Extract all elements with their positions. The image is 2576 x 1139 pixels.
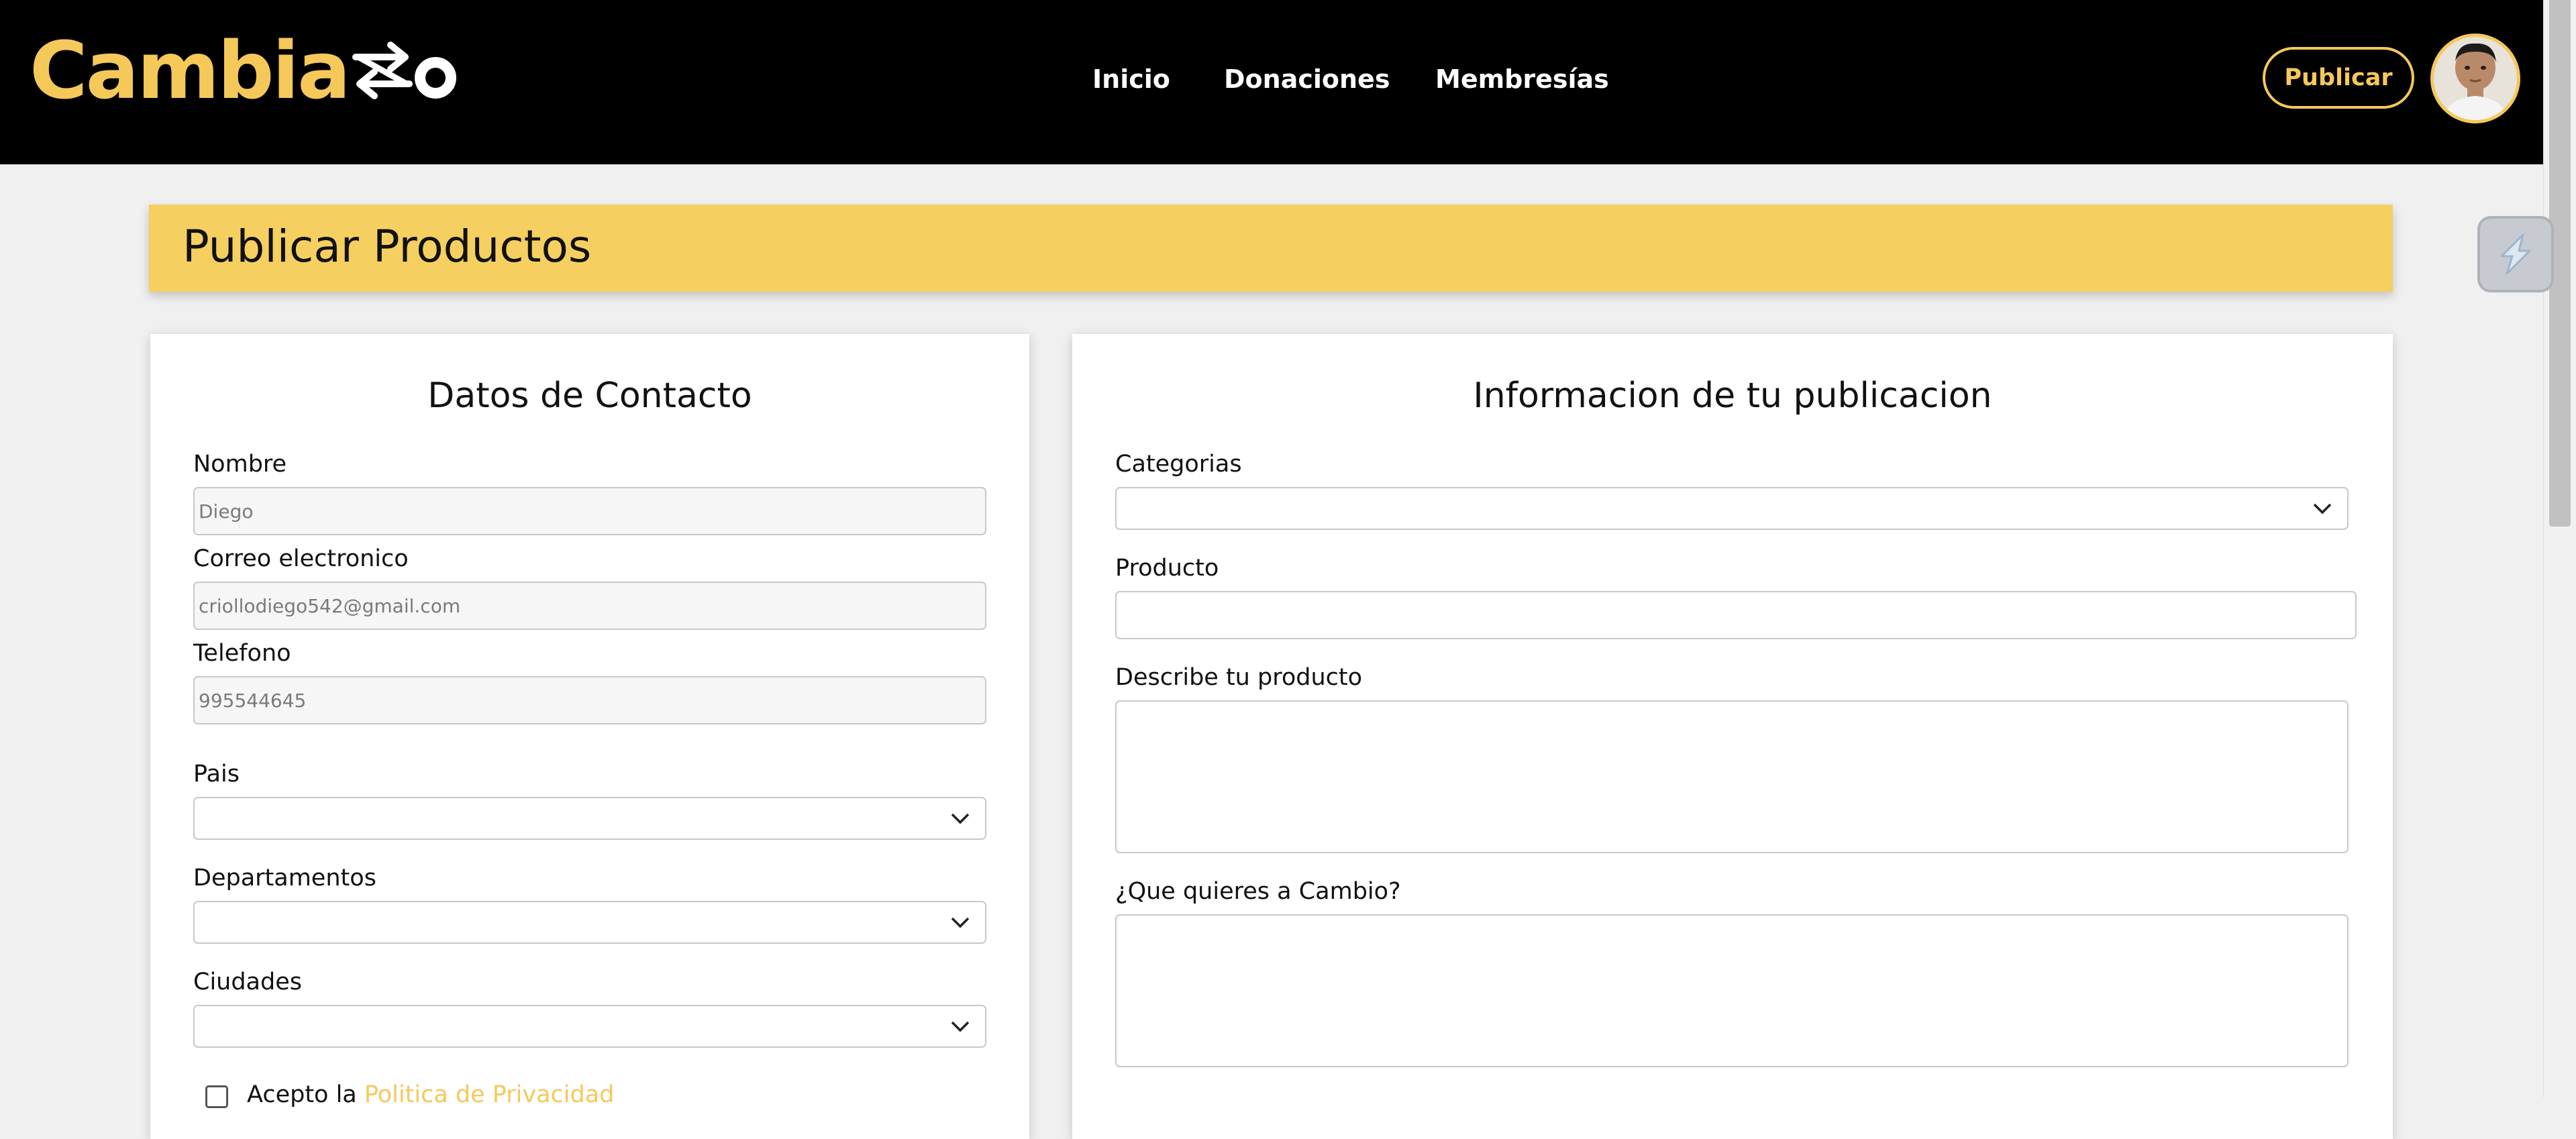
publish-button[interactable]: Publicar — [2263, 47, 2414, 109]
name-field[interactable]: Diego — [193, 487, 986, 535]
swap-arrows-icon — [352, 42, 413, 99]
city-select[interactable] — [193, 1005, 986, 1048]
avatar-photo-icon — [2434, 37, 2517, 120]
exchange-textarea[interactable] — [1115, 914, 2349, 1067]
product-label: Producto — [1115, 555, 1219, 582]
nav-inicio[interactable]: Inicio — [1092, 64, 1170, 94]
page-scrollbar[interactable] — [2543, 0, 2576, 1097]
chevron-down-icon — [951, 1021, 970, 1032]
chevron-down-icon — [951, 813, 970, 824]
country-select[interactable] — [193, 797, 986, 840]
city-label: Ciudades — [193, 969, 302, 995]
name-value: Diego — [199, 500, 254, 523]
categories-select[interactable] — [1115, 487, 2349, 530]
brand-logo[interactable]: Cambia — [30, 27, 456, 114]
describe-label: Describe tu producto — [1115, 664, 1363, 691]
country-label: Pais — [193, 761, 240, 788]
chevron-down-icon — [2313, 503, 2332, 514]
privacy-label: Acepto la Politica de Privacidad — [247, 1081, 614, 1108]
contact-card-title: Datos de Contacto — [427, 376, 752, 416]
department-label: Departamentos — [193, 865, 376, 891]
top-navbar: Cambia Inicio Donaciones Membresías Publ… — [0, 0, 2543, 164]
lightning-icon — [2500, 233, 2531, 275]
contact-card: Datos de Contacto Nombre Diego Correo el… — [150, 334, 1029, 1139]
phone-label: Telefono — [193, 640, 291, 667]
nav-donaciones[interactable]: Donaciones — [1224, 64, 1390, 94]
logo-o-mark — [414, 57, 456, 99]
email-value: criollodiego542@gmail.com — [199, 594, 461, 617]
email-label: Correo electronico — [193, 545, 409, 572]
chevron-down-icon — [951, 917, 970, 928]
page-title: Publicar Productos — [183, 221, 592, 272]
phone-value: 995544645 — [199, 689, 307, 712]
nav-membresias[interactable]: Membresías — [1435, 64, 1609, 94]
exchange-label: ¿Que quieres a Cambio? — [1115, 878, 1401, 905]
floating-widget-button[interactable] — [2477, 216, 2554, 292]
publication-card: Informacion de tu publicacion Categorias… — [1072, 334, 2393, 1139]
email-field[interactable]: criollodiego542@gmail.com — [193, 582, 986, 630]
page-title-banner: Publicar Productos — [149, 205, 2393, 292]
product-input[interactable] — [1115, 591, 2357, 639]
user-avatar[interactable] — [2430, 34, 2520, 123]
name-label: Nombre — [193, 451, 287, 478]
privacy-checkbox[interactable] — [205, 1085, 228, 1108]
categories-label: Categorias — [1115, 451, 1242, 478]
phone-field[interactable]: 995544645 — [193, 676, 986, 724]
privacy-label-text: Acepto la — [247, 1081, 357, 1108]
department-select[interactable] — [193, 901, 986, 944]
describe-textarea[interactable] — [1115, 700, 2349, 853]
publication-card-title: Informacion de tu publicacion — [1473, 376, 1992, 416]
logo-text: Cambia — [30, 24, 351, 117]
privacy-policy-link[interactable]: Politica de Privacidad — [364, 1081, 614, 1108]
